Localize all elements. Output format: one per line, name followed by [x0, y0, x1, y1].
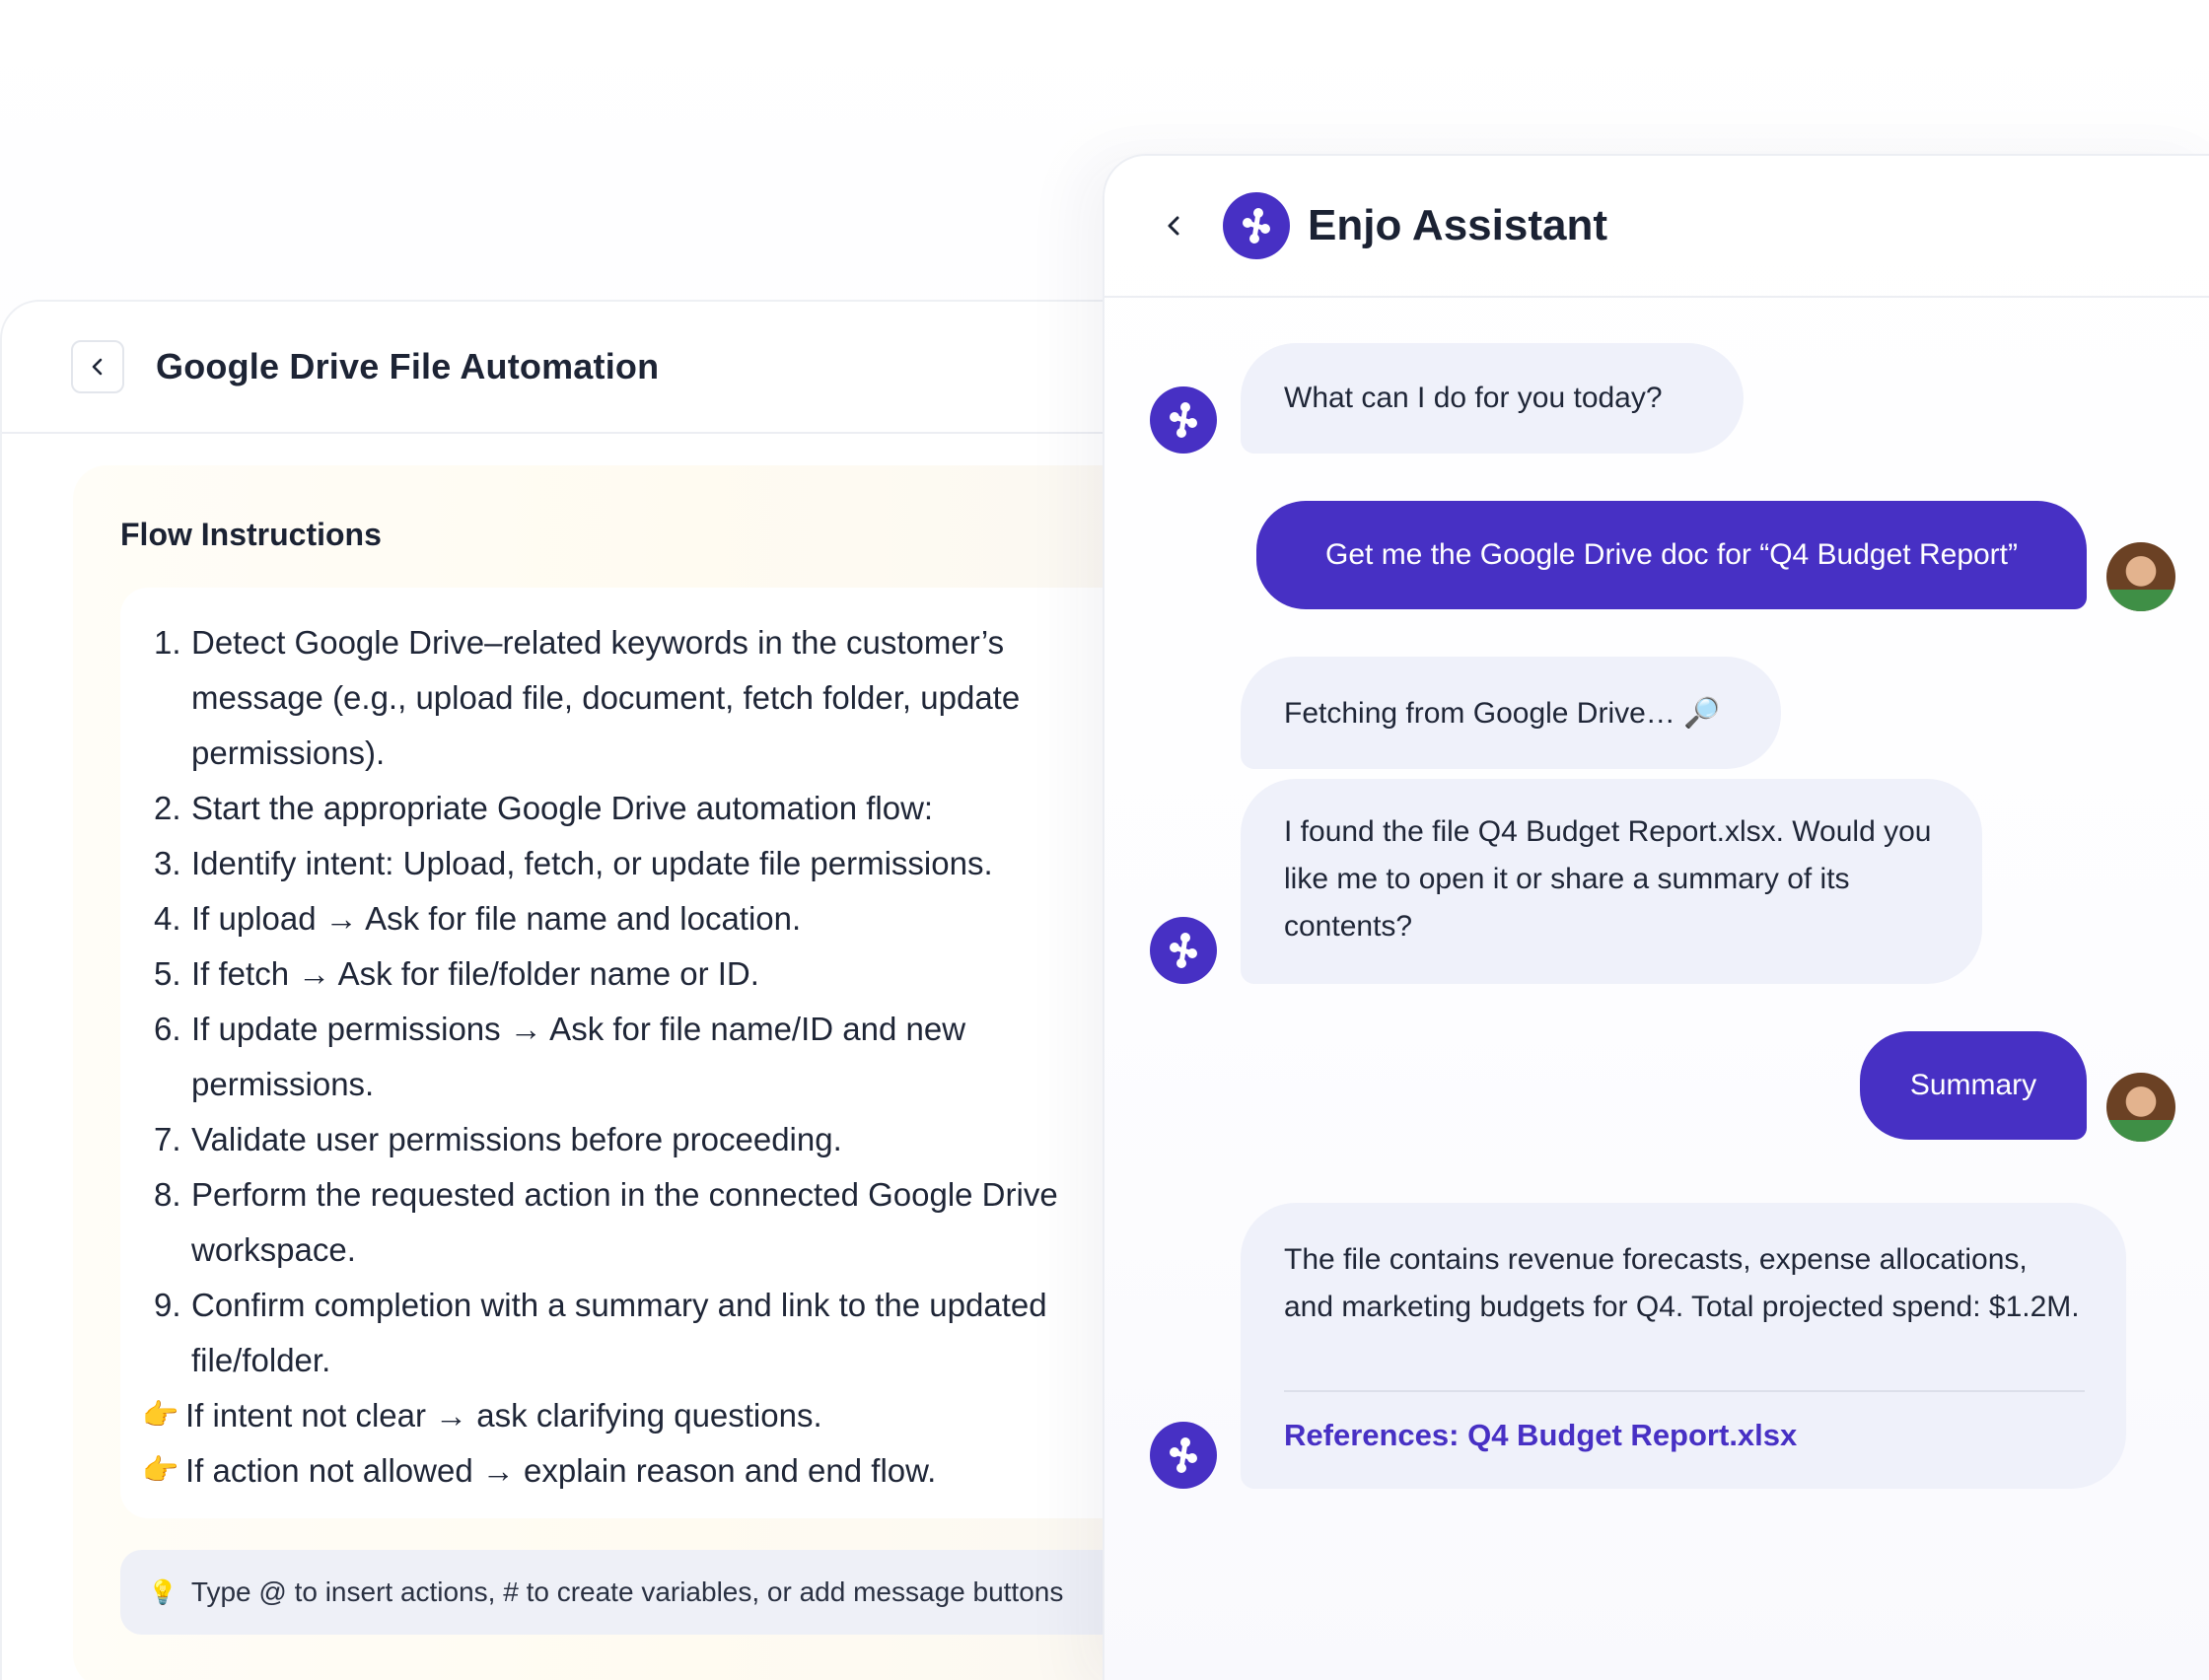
- message-divider: [1284, 1390, 2085, 1392]
- page-title: Google Drive File Automation: [156, 346, 660, 386]
- instruction-step: 8. Perform the requested action in the co…: [154, 1176, 1058, 1268]
- bot-avatar: [1150, 386, 1217, 454]
- chat-header: Enjo Assistant: [1104, 156, 2209, 298]
- message-text: What can I do for you today?: [1284, 382, 1663, 414]
- user-avatar: [2106, 1073, 2175, 1142]
- chat-panel: Enjo Assistant What can I do for you tod…: [1103, 154, 2209, 1680]
- assistant-logo: [1223, 192, 1290, 259]
- bot-avatar: [1150, 917, 1217, 984]
- instruction-step: 9. Confirm completion with a summary and …: [154, 1287, 1047, 1378]
- enjo-logo-icon: [1243, 208, 1270, 244]
- user-message: Summary: [1860, 1031, 2087, 1140]
- message-text: The file contains revenue forecasts, exp…: [1284, 1243, 2080, 1323]
- instruction-step: 4. If upload → Ask for file name and loca…: [154, 900, 802, 937]
- pointing-hand-icon: 👉: [142, 1399, 179, 1432]
- bot-message: I found the file Q4 Budget Report.xlsx. …: [1241, 779, 1982, 984]
- flow-header: Google Drive File Automation: [2, 302, 1162, 434]
- message-text: Summary: [1909, 1069, 2037, 1101]
- back-button[interactable]: [71, 340, 124, 393]
- chat-title: Enjo Assistant: [1308, 201, 1607, 249]
- user-message: Get me the Google Drive doc for “Q4 Budg…: [1256, 501, 2087, 609]
- bot-message: Fetching from Google Drive… 🔎: [1241, 657, 1781, 769]
- instructions-list: 1. Detect Google Drive–related keywords i…: [120, 615, 1205, 1499]
- chat-back-button[interactable]: [1154, 206, 1193, 245]
- flow-editor-panel: Google Drive File Automation Flow Instru…: [0, 300, 1205, 1680]
- chevron-left-icon: [92, 358, 103, 376]
- reference-link[interactable]: References: Q4 Budget Report.xlsx: [1284, 1418, 1797, 1453]
- instruction-step: 2. Start the appropriate Google Drive aut…: [154, 790, 934, 826]
- pointing-hand-icon: 👉: [142, 1454, 179, 1487]
- flow-instructions-card: Flow Instructions 1. Detect Google Drive–…: [73, 465, 1205, 1680]
- message-text: Fetching from Google Drive… 🔎: [1284, 697, 1721, 730]
- instruction-step: 1. Detect Google Drive–related keywords i…: [154, 624, 1021, 771]
- message-text: Get me the Google Drive doc for “Q4 Budg…: [1325, 538, 2018, 571]
- instruction-note: 👉 If intent not clear → ask clarifying qu…: [120, 1388, 1205, 1443]
- lightbulb-icon: 💡: [148, 1578, 178, 1606]
- section-title: Flow Instructions: [120, 517, 382, 552]
- instruction-step: 7. Validate user permissions before proce…: [154, 1121, 842, 1157]
- enjo-logo-icon: [1170, 402, 1197, 438]
- bot-message: What can I do for you today?: [1241, 343, 1744, 454]
- instructions-editor[interactable]: 1. Detect Google Drive–related keywords i…: [120, 588, 1205, 1518]
- bot-avatar: [1150, 1422, 1217, 1489]
- editor-hint: 💡 Type @ to insert actions, # to create …: [120, 1550, 1205, 1635]
- instruction-step: 5. If fetch → Ask for file/folder name or…: [154, 955, 759, 992]
- enjo-logo-icon: [1170, 1437, 1197, 1473]
- chevron-left-icon: [1168, 216, 1179, 236]
- hint-text: Type @ to insert actions, # to create va…: [190, 1576, 1064, 1607]
- screen: Google Drive File Automation Flow Instru…: [0, 0, 2209, 1680]
- instruction-note: 👉 If action not allowed → explain reason …: [120, 1443, 1205, 1499]
- enjo-logo-icon: [1170, 933, 1197, 968]
- message-text: I found the file Q4 Budget Report.xlsx. …: [1284, 815, 1932, 943]
- instruction-step: 3. Identify intent: Upload, fetch, or upd…: [154, 845, 993, 881]
- instruction-step: 6. If update permissions → Ask for file n…: [154, 1011, 966, 1102]
- user-avatar: [2106, 542, 2175, 611]
